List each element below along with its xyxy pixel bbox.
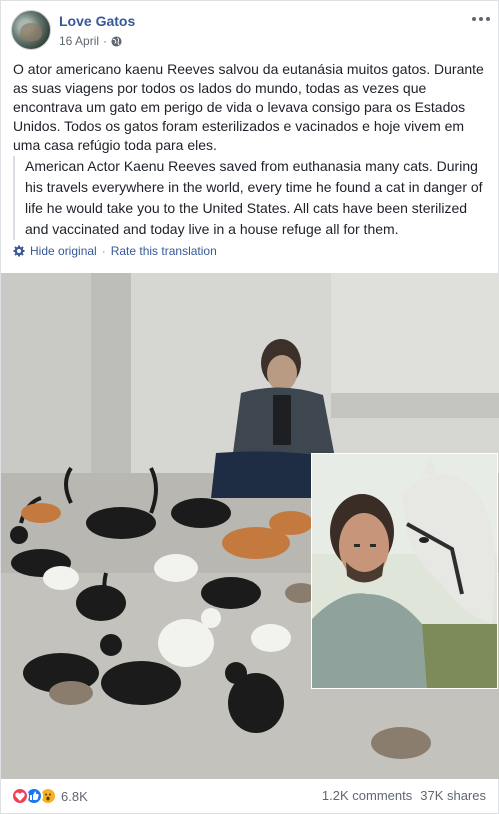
globe-icon[interactable] (111, 35, 122, 47)
reaction-count: 6.8K (61, 788, 88, 804)
gear-icon[interactable] (13, 245, 25, 257)
action-separator: · (101, 244, 106, 258)
post-date[interactable]: 16 April (59, 34, 99, 48)
translation-block: American Actor Kaenu Reeves saved from e… (13, 156, 491, 240)
page-avatar[interactable] (11, 10, 51, 50)
more-options-icon[interactable] (471, 13, 491, 25)
engagement-stats: 1.2K comments 37K shares (322, 788, 486, 803)
hide-original-link[interactable]: Hide original (30, 244, 97, 258)
post-footer: 6.8K 1.2K comments 37K shares (1, 779, 498, 814)
post-photo[interactable] (1, 273, 499, 779)
translation-text: American Actor Kaenu Reeves saved from e… (25, 158, 483, 237)
post-header: Love Gatos 16 April · (1, 1, 498, 56)
post-original-text: O ator americano kaenu Reeves salvou da … (13, 61, 484, 153)
facebook-post: Love Gatos 16 April · O ator americano k… (0, 0, 499, 814)
reactions-summary[interactable]: 6.8K (11, 787, 88, 805)
translation-actions: Hide original · Rate this translation (13, 244, 217, 258)
page-name-link[interactable]: Love Gatos (59, 13, 135, 29)
love-icon (11, 787, 29, 805)
post-meta: 16 April · (59, 34, 122, 48)
shares-count-link[interactable]: 37K shares (420, 788, 486, 803)
date-separator: · (103, 34, 108, 48)
rate-translation-link[interactable]: Rate this translation (111, 244, 217, 258)
comments-count-link[interactable]: 1.2K comments (322, 788, 412, 803)
inset-photo (311, 453, 498, 689)
